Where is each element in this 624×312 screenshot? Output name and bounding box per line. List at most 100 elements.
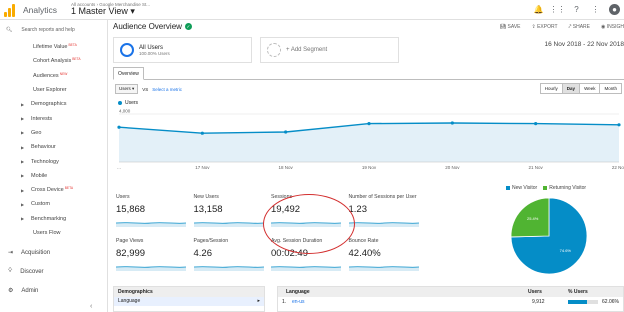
metric-new-users[interactable]: New Users 13,158 <box>193 192 271 236</box>
sidebar-item-acquisition[interactable]: ⇥ Acquisition <box>0 243 107 262</box>
share-label: SHARE <box>572 24 590 30</box>
sidebar-item-interests[interactable]: ▶ Interests <box>0 111 107 125</box>
x-tick-label: 17 Nov <box>195 165 210 170</box>
data-point[interactable] <box>284 130 288 134</box>
data-point[interactable] <box>617 123 621 127</box>
demographics-language-row[interactable]: Language ▸ <box>114 297 264 306</box>
metric-label: Bounce Rate <box>348 238 379 244</box>
save-button[interactable]: 💾︎ SAVE <box>500 24 521 30</box>
metric-dropdown[interactable]: Users ▾ <box>115 84 139 94</box>
granularity-week[interactable]: Week <box>579 83 601 94</box>
bell-icon[interactable]: 🔔 <box>533 4 544 15</box>
insights-label: INSIGH <box>606 24 624 30</box>
insights-button[interactable]: ◉ INSIGH <box>601 24 624 30</box>
analytics-logo-icon[interactable] <box>4 3 18 17</box>
sparkline <box>348 266 419 271</box>
add-segment-button[interactable]: + Add Segment <box>260 37 399 63</box>
apps-icon[interactable]: ⋮⋮ <box>550 4 566 15</box>
row-users: 9,912 <box>532 299 545 305</box>
sidebar-item-benchmarking[interactable]: ▶ Benchmarking <box>0 212 107 226</box>
x-tick-label: 20 Nov <box>445 165 460 170</box>
metric-sessions-per-user[interactable]: Number of Sessions per User 1.23 <box>348 192 426 236</box>
data-point[interactable] <box>117 125 121 129</box>
acquisition-icon: ⇥ <box>8 250 14 257</box>
data-point[interactable] <box>450 121 454 125</box>
bottom-tables: Demographics Language ▸ Language Users %… <box>113 286 624 312</box>
sidebar-item-cohort-analysis[interactable]: Cohort Analysis BETA <box>0 54 107 68</box>
metric-label: Number of Sessions per User <box>348 194 417 200</box>
sidebar-item-admin[interactable]: ⚙ Admin <box>0 281 107 300</box>
sidebar: 🔍︎ Search reports and help Lifetime Valu… <box>0 20 108 312</box>
metric-page-views[interactable]: Page Views 82,999 <box>115 236 193 280</box>
users-area <box>119 123 619 162</box>
granularity-month[interactable]: Month <box>599 83 622 94</box>
x-tick-label: 19 Nov <box>362 165 377 170</box>
metric-value: 15,868 <box>116 204 146 215</box>
segment-all-users[interactable]: All Users 100.00% Users <box>113 37 252 63</box>
expand-triangle-icon: ▶ <box>21 144 25 150</box>
row-language-link[interactable]: en-us <box>292 299 305 305</box>
tab-overview[interactable]: Overview <box>113 67 144 80</box>
sidebar-item-demographics[interactable]: ▶ Demographics <box>0 97 107 111</box>
granularity-selector: Hourly Day Week Month <box>539 83 622 94</box>
legend-swatch <box>543 186 548 190</box>
segment-subtitle: 100.00% Users <box>139 50 170 56</box>
sidebar-item-users-flow[interactable]: Users Flow <box>0 226 107 240</box>
share-button[interactable]: ⤤ SHARE <box>569 24 590 30</box>
sidebar-item-label: Users Flow <box>33 230 61 236</box>
metric-pages-per-session[interactable]: Pages/Session 4.26 <box>193 236 271 280</box>
select-metric-link[interactable]: Select a metric <box>152 87 182 92</box>
data-point[interactable] <box>200 131 204 135</box>
granularity-day[interactable]: Day <box>561 83 581 94</box>
sidebar-item-label: Lifetime Value <box>33 44 68 51</box>
sidebar-item-custom[interactable]: ▶ Custom <box>0 197 107 211</box>
metric-label: Users <box>116 194 130 200</box>
sidebar-item-label: Geo <box>31 129 42 136</box>
top-bar: Analytics All accounts › Google Merchand… <box>0 0 624 20</box>
legend-label: New Visitor <box>512 185 538 191</box>
visitor-pie-chart: 74.6% 25.4% <box>510 197 588 275</box>
metric-bounce-rate[interactable]: Bounce Rate 42.40% <box>348 236 426 280</box>
sidebar-search[interactable]: 🔍︎ Search reports and help <box>0 20 107 40</box>
sidebar-item-label: Cohort Analysis <box>33 58 72 65</box>
sidebar-item-label: Custom <box>31 201 50 208</box>
beta-badge: BETA <box>68 43 77 48</box>
collapse-sidebar-icon[interactable]: ‹ <box>90 303 92 310</box>
sidebar-item-discover[interactable]: 💡︎ Discover <box>0 262 107 281</box>
pct-bar-fill <box>568 300 587 304</box>
sidebar-item-cross-device[interactable]: ▶ Cross Device BETA <box>0 183 107 197</box>
vs-label: VS <box>142 86 149 92</box>
sidebar-item-audiences[interactable]: Audiences NEW <box>0 69 107 83</box>
date-range-picker[interactable]: 16 Nov 2018 - 22 Nov 2018 <box>545 41 624 48</box>
granularity-hourly[interactable]: Hourly <box>539 83 563 94</box>
language-table: Language Users % Users 1. en-us 9,912 62… <box>277 286 624 312</box>
sidebar-item-geo[interactable]: ▶ Geo <box>0 126 107 140</box>
sparkline <box>193 266 264 271</box>
sidebar-item-label: Demographics <box>31 101 67 108</box>
new-badge: NEW <box>59 71 68 76</box>
x-tick-label: 21 Nov <box>529 165 544 170</box>
help-icon[interactable]: ? <box>571 4 582 15</box>
report-main: Audience Overview ✓ 💾︎ SAVE ⇪ EXPORT ⤤ S… <box>109 20 624 312</box>
metric-users[interactable]: Users 15,868 <box>115 192 193 236</box>
x-tick-label: 18 Nov <box>279 165 294 170</box>
more-icon[interactable]: ⋮ <box>590 4 601 15</box>
empty-segment-circle-icon <box>267 43 281 57</box>
avatar[interactable]: ● <box>609 4 620 15</box>
save-label: SAVE <box>507 24 521 30</box>
sidebar-item-user-explorer[interactable]: User Explorer <box>0 83 107 97</box>
sidebar-item-behaviour[interactable]: ▶ Behaviour <box>0 140 107 154</box>
pie-legend-new: New Visitor <box>506 185 537 191</box>
sidebar-item-label: Admin <box>21 287 39 294</box>
sidebar-item-technology[interactable]: ▶ Technology <box>0 154 107 168</box>
beta-badge: BETA <box>72 57 81 62</box>
sidebar-item-label: Mobile <box>31 172 48 179</box>
export-button[interactable]: ⇪ EXPORT <box>531 24 557 30</box>
sidebar-item-label: Cross Device <box>31 187 64 194</box>
data-point[interactable] <box>534 122 538 126</box>
row-index: 1. <box>282 299 287 305</box>
account-selector[interactable]: All accounts › Google Merchandise St... … <box>71 2 150 17</box>
data-point[interactable] <box>367 122 371 126</box>
sidebar-item-lifetime-value[interactable]: Lifetime Value BETA <box>0 40 107 54</box>
sidebar-item-mobile[interactable]: ▶ Mobile <box>0 169 107 183</box>
